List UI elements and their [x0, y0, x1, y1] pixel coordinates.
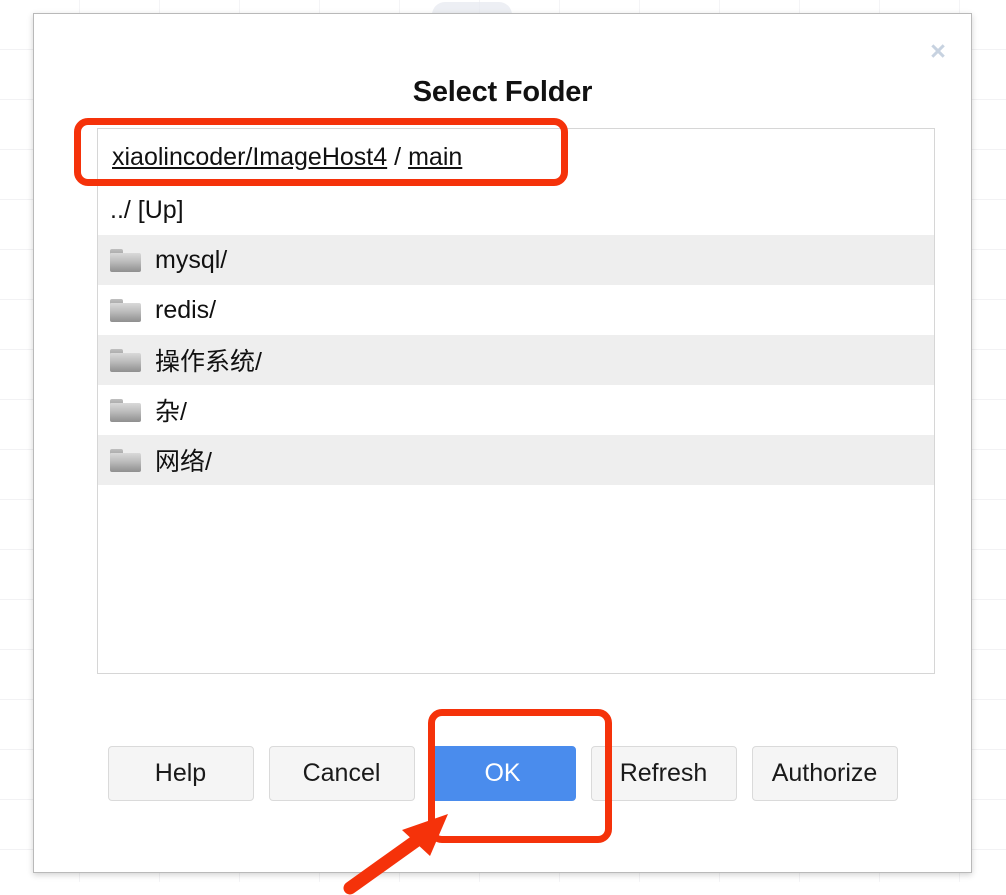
cancel-button[interactable]: Cancel [268, 746, 415, 801]
folder-list: ../ [Up] mysql/redis/操作系统/杂/网络/ [98, 185, 934, 485]
list-item-label: ../ [Up] [110, 195, 184, 224]
folder-icon [110, 348, 141, 372]
list-item[interactable]: ../ [Up] [98, 185, 934, 235]
refresh-button[interactable]: Refresh [590, 746, 737, 801]
list-item[interactable]: 网络/ [98, 435, 934, 485]
cancel-button-label: Cancel [302, 759, 381, 787]
breadcrumb: xiaolincoder/ImageHost4 / main [98, 129, 934, 185]
help-button-label: Help [154, 759, 207, 787]
list-item[interactable]: redis/ [98, 285, 934, 335]
list-item[interactable]: 杂/ [98, 385, 934, 435]
folder-icon [110, 248, 141, 272]
folder-icon [110, 398, 141, 422]
list-item[interactable]: 操作系统/ [98, 335, 934, 385]
page-title: Select Folder [412, 76, 593, 108]
authorize-button[interactable]: Authorize [751, 746, 898, 801]
list-item-label: redis/ [155, 295, 217, 324]
list-item-label: 网络/ [155, 448, 212, 476]
folder-browser-panel: xiaolincoder/ImageHost4 / main ../ [Up] m… [97, 128, 935, 674]
list-item-label: 杂/ [155, 398, 187, 426]
list-item-label: 操作系统/ [155, 348, 262, 376]
breadcrumb-separator: / [394, 142, 402, 171]
close-icon[interactable]: × [923, 36, 953, 66]
help-button[interactable]: Help [107, 746, 254, 801]
list-item-label: mysql/ [155, 245, 228, 274]
breadcrumb-repo-link[interactable]: xiaolincoder/ImageHost4 [112, 143, 387, 172]
list-item[interactable]: mysql/ [98, 235, 934, 285]
authorize-button-label: Authorize [771, 759, 878, 787]
ok-button[interactable]: OK [429, 746, 576, 801]
select-folder-dialog: × Select Folder xiaolincoder/ImageHost4 … [33, 13, 972, 873]
folder-icon [110, 448, 141, 472]
breadcrumb-branch-link[interactable]: main [408, 143, 462, 172]
dialog-button-bar: Help Cancel OK Refresh Authorize [34, 746, 971, 801]
ok-button-label: OK [484, 759, 521, 787]
folder-icon [110, 298, 141, 322]
refresh-button-label: Refresh [619, 759, 708, 787]
